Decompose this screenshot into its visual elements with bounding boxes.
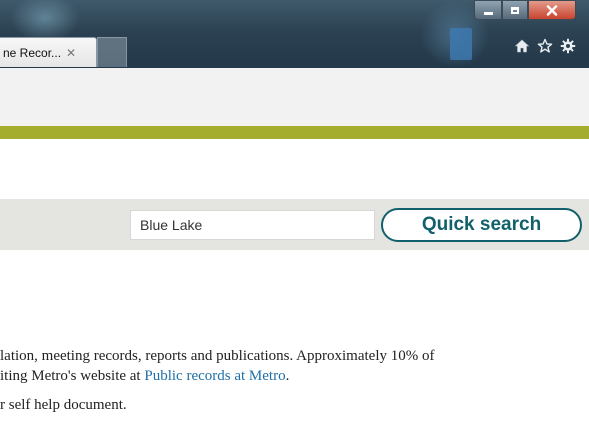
new-tab-button[interactable] xyxy=(97,37,127,67)
window-controls xyxy=(474,0,576,22)
gear-icon[interactable] xyxy=(560,38,576,54)
maximize-icon xyxy=(511,6,519,14)
tab-close-icon[interactable]: ✕ xyxy=(66,46,76,60)
maximize-button[interactable] xyxy=(502,0,528,20)
intro-line-2-text: iting Metro's website at xyxy=(0,368,145,384)
search-input[interactable] xyxy=(130,210,375,240)
browser-tab[interactable]: ne Recor... ✕ xyxy=(0,37,97,67)
site-header xyxy=(0,68,589,126)
browser-window: ne Recor... ✕ Blue Lake Quick search lat… xyxy=(0,0,589,444)
titlebar-decoration xyxy=(450,28,472,60)
accent-bar xyxy=(0,126,589,139)
public-records-link[interactable]: Public records at Metro xyxy=(144,368,285,384)
intro-paragraph: lation, meeting records, reports and pub… xyxy=(0,346,589,386)
page-content: lation, meeting records, reports and pub… xyxy=(0,346,589,415)
browser-title-bar: ne Recor... ✕ xyxy=(0,0,589,68)
browser-toolbar-icons xyxy=(514,38,576,54)
intro-line-2-end: . xyxy=(285,368,290,384)
minimize-button[interactable] xyxy=(474,0,502,20)
close-window-button[interactable] xyxy=(528,0,576,20)
titlebar-glow xyxy=(10,0,80,42)
home-icon[interactable] xyxy=(514,38,530,54)
close-icon xyxy=(546,4,558,16)
minimize-icon xyxy=(483,11,493,15)
quick-search-button[interactable]: Quick search xyxy=(381,208,582,242)
help-paragraph: r self help document. xyxy=(0,397,127,413)
intro-line-1: lation, meeting records, reports and pub… xyxy=(0,348,435,364)
star-icon[interactable] xyxy=(537,38,553,54)
tab-title: ne Recor... xyxy=(3,45,62,60)
